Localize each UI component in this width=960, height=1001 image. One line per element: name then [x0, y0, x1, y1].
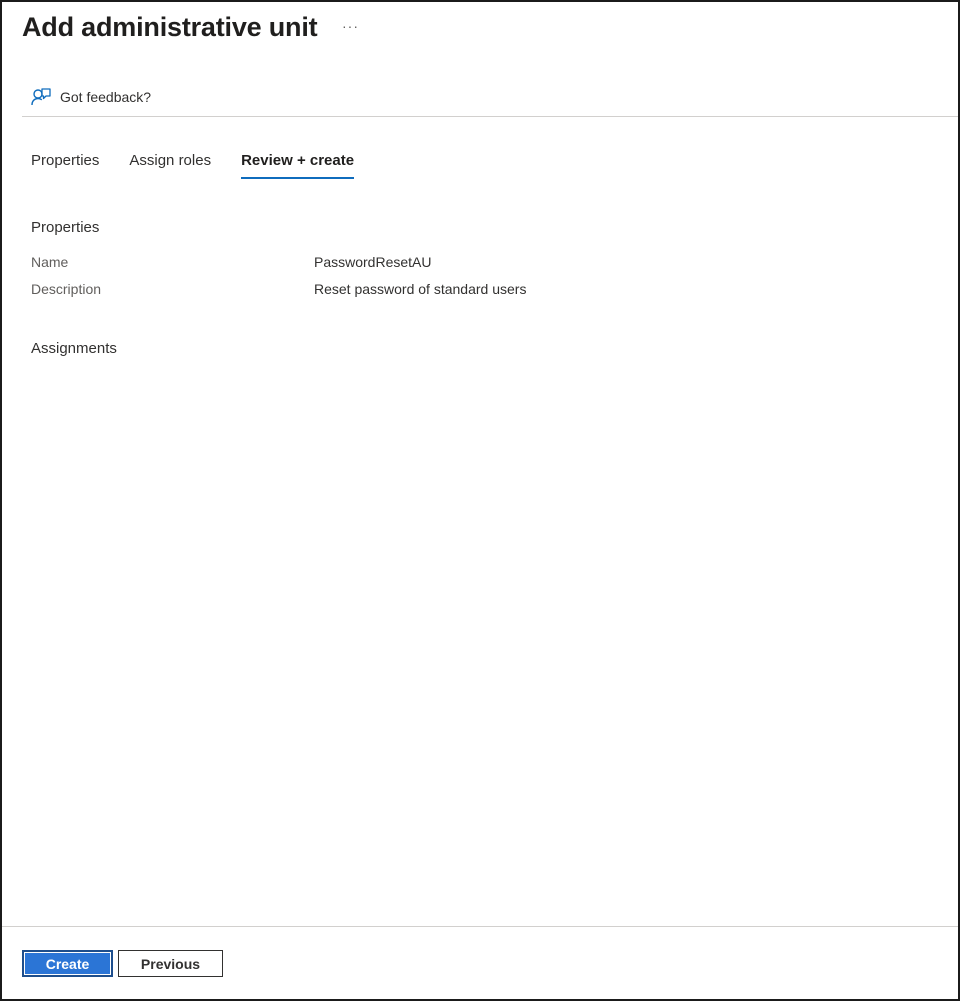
more-options-icon[interactable]: ···	[342, 18, 359, 34]
page-title: Add administrative unit	[22, 12, 318, 42]
name-label: Name	[31, 254, 69, 270]
footer-divider	[2, 926, 958, 927]
tab-assign-roles[interactable]: Assign roles	[129, 152, 211, 179]
wizard-tabs: Properties Assign roles Review + create	[31, 152, 384, 179]
dialog-frame: Add administrative unit ··· Got feedback…	[0, 0, 960, 1001]
description-label: Description	[31, 281, 102, 297]
header-divider	[22, 116, 958, 117]
create-button[interactable]: Create	[22, 950, 113, 977]
feedback-link[interactable]: Got feedback?	[30, 86, 151, 108]
feedback-person-icon	[30, 86, 52, 108]
properties-section-title: Properties	[31, 219, 100, 236]
feedback-label: Got feedback?	[60, 89, 152, 105]
tab-review-create[interactable]: Review + create	[241, 152, 355, 179]
description-value: Reset password of standard users	[314, 281, 527, 297]
previous-button[interactable]: Previous	[118, 950, 223, 977]
tab-properties[interactable]: Properties	[31, 152, 99, 179]
assignments-section-title: Assignments	[31, 340, 117, 357]
name-value: PasswordResetAU	[314, 254, 432, 270]
